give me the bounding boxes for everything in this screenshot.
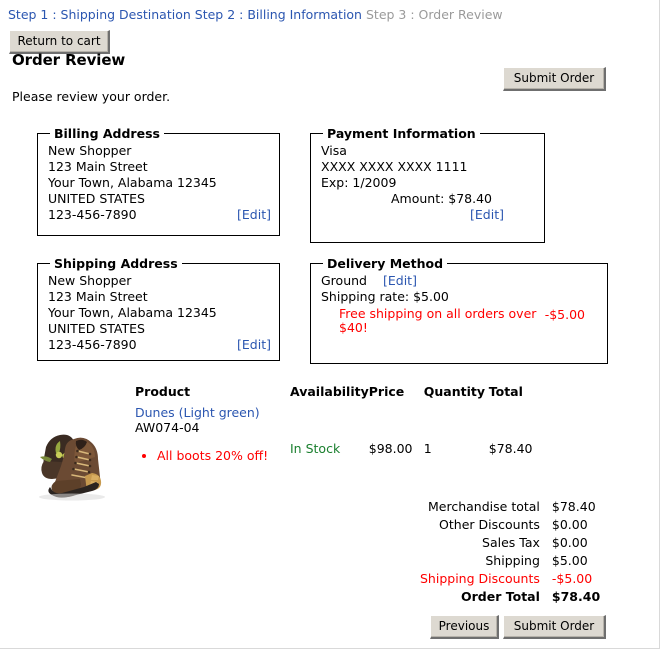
product-promo-item: All boots 20% off! — [157, 448, 290, 463]
order-summary-value: $78.40 — [551, 589, 601, 604]
billing-name: New Shopper — [48, 143, 132, 158]
delivery-edit-link[interactable]: [Edit] — [383, 273, 417, 289]
shipping-phone: 123-456-7890 — [48, 337, 137, 352]
product-availability-cell: In Stock — [290, 405, 369, 506]
order-summary-row: Sales Tax $0.00 — [420, 534, 610, 552]
product-table-container: Product Availability Price Quantity Tota… — [0, 384, 659, 506]
shipping-name: New Shopper — [48, 273, 132, 288]
payment-card-type: Visa — [321, 143, 347, 158]
payment-information-legend: Payment Information — [327, 126, 476, 141]
header-image-spacer — [0, 384, 135, 405]
billing-country: UNITED STATES — [48, 191, 145, 206]
order-summary-row: Other Discounts $0.00 — [420, 516, 610, 534]
shipping-address-body: New Shopper 123 Main Street Your Town, A… — [38, 271, 279, 359]
order-summary-value: $0.00 — [551, 535, 588, 550]
shipping-phone-row: 123-456-7890 [Edit] — [48, 337, 271, 353]
order-summary-value: -$5.00 — [551, 571, 593, 586]
billing-address-legend: Billing Address — [54, 126, 160, 141]
billing-phone-row: 123-456-7890 [Edit] — [48, 207, 271, 223]
product-sku: AW074-04 — [135, 420, 200, 435]
product-total-cell: $78.40 — [488, 441, 533, 456]
billing-phone: 123-456-7890 — [48, 207, 137, 222]
shipping-address-legend: Shipping Address — [54, 256, 178, 271]
delivery-method-row: Ground [Edit] — [321, 273, 599, 289]
order-summary-label: Order Total — [461, 589, 540, 604]
order-review-page: Step 1 : Shipping Destination Step 2 : Bi… — [0, 0, 660, 649]
product-promo-list: All boots 20% off! — [135, 448, 290, 463]
delivery-method-body: Ground [Edit] Shipping rate: $5.00 Free … — [311, 271, 607, 341]
shipping-city-state-zip: Your Town, Alabama 12345 — [48, 305, 217, 320]
order-summary: Merchandise total $78.40 Other Discounts $0… — [420, 498, 610, 606]
order-summary-label: Sales Tax — [482, 535, 540, 550]
header-total: Total — [488, 384, 523, 399]
header-product: Product — [135, 384, 191, 399]
shipping-promo-amount: -$5.00 — [544, 307, 585, 322]
order-summary-table: Merchandise total $78.40 Other Discounts $0… — [420, 498, 610, 606]
step-2-link[interactable]: Step 2 : Billing Information — [195, 7, 362, 22]
order-summary-label: Shipping Discounts — [420, 571, 540, 586]
product-price-cell: $98.00 — [368, 441, 413, 456]
product-quantity-cell: 1 — [423, 441, 432, 456]
shipping-street: 123 Main Street — [48, 289, 148, 304]
intro-text: Please review your order. — [12, 89, 171, 104]
order-summary-value: $5.00 — [551, 553, 588, 568]
order-summary-row: Shipping $5.00 — [420, 552, 610, 570]
billing-address-body: New Shopper 123 Main Street Your Town, A… — [38, 141, 279, 229]
page-title: Order Review — [12, 51, 126, 69]
product-name-link[interactable]: Dunes (Light green) — [135, 405, 290, 420]
availability-status: In Stock — [290, 441, 341, 456]
order-summary-row: Order Total $78.40 — [420, 588, 610, 606]
product-table-header-row: Product Availability Price Quantity Tota… — [0, 384, 559, 405]
delivery-method-name: Ground — [321, 273, 367, 288]
payment-edit-row: [Edit] — [321, 207, 536, 223]
shipping-address-fieldset: Shipping Address New Shopper 123 Main St… — [37, 256, 280, 361]
order-summary-label: Other Discounts — [439, 517, 540, 532]
payment-amount: Amount: $78.40 — [390, 191, 493, 206]
billing-city-state-zip: Your Town, Alabama 12345 — [48, 175, 217, 190]
hiking-boots-icon — [39, 434, 105, 501]
order-summary-row: Merchandise total $78.40 — [420, 498, 610, 516]
shipping-country: UNITED STATES — [48, 321, 145, 336]
delivery-method-fieldset: Delivery Method Ground [Edit] Shipping r… — [310, 256, 608, 364]
shipping-rate: Shipping rate: $5.00 — [321, 289, 449, 304]
order-summary-label: Merchandise total — [428, 499, 540, 514]
shipping-promo-row: Free shipping on all orders over $40! -$… — [321, 307, 599, 335]
step-1-link[interactable]: Step 1 : Shipping Destination — [8, 7, 191, 22]
billing-edit-link[interactable]: [Edit] — [237, 207, 271, 223]
header-price: Price — [368, 384, 405, 399]
delivery-method-legend: Delivery Method — [327, 256, 444, 271]
header-quantity: Quantity — [423, 384, 485, 399]
submit-order-button-top[interactable]: Submit Order — [503, 67, 606, 91]
shipping-edit-link[interactable]: [Edit] — [237, 337, 271, 353]
order-summary-value: $78.40 — [551, 499, 596, 514]
submit-order-button-bottom[interactable]: Submit Order — [503, 615, 606, 639]
table-row: Dunes (Light green) AW074-04 All boots 2… — [0, 405, 559, 506]
billing-address-fieldset: Billing Address New Shopper 123 Main Str… — [37, 126, 280, 236]
payment-information-fieldset: Payment Information Visa XXXX XXXX XXXX … — [310, 126, 545, 243]
payment-information-body: Visa XXXX XXXX XXXX 1111 Exp: 1/2009 Amo… — [311, 141, 544, 229]
product-table: Product Availability Price Quantity Tota… — [0, 384, 559, 506]
checkout-steps-nav: Step 1 : Shipping Destination Step 2 : Bi… — [8, 7, 503, 22]
product-info-cell: Dunes (Light green) AW074-04 All boots 2… — [135, 405, 290, 506]
previous-button[interactable]: Previous — [430, 615, 499, 639]
billing-street: 123 Main Street — [48, 159, 148, 174]
step-3-current: Step 3 : Order Review — [365, 7, 503, 22]
header-availability: Availability — [290, 384, 369, 399]
payment-expiry: Exp: 1/2009 — [321, 175, 397, 190]
product-image-cell — [0, 405, 135, 506]
payment-card-number: XXXX XXXX XXXX 1111 — [321, 159, 468, 174]
payment-edit-link[interactable]: [Edit] — [470, 207, 504, 222]
order-summary-label: Shipping — [485, 553, 540, 568]
order-summary-row: Shipping Discounts -$5.00 — [420, 570, 610, 588]
order-summary-value: $0.00 — [551, 517, 588, 532]
shipping-promo-text: Free shipping on all orders over $40! — [339, 306, 537, 335]
